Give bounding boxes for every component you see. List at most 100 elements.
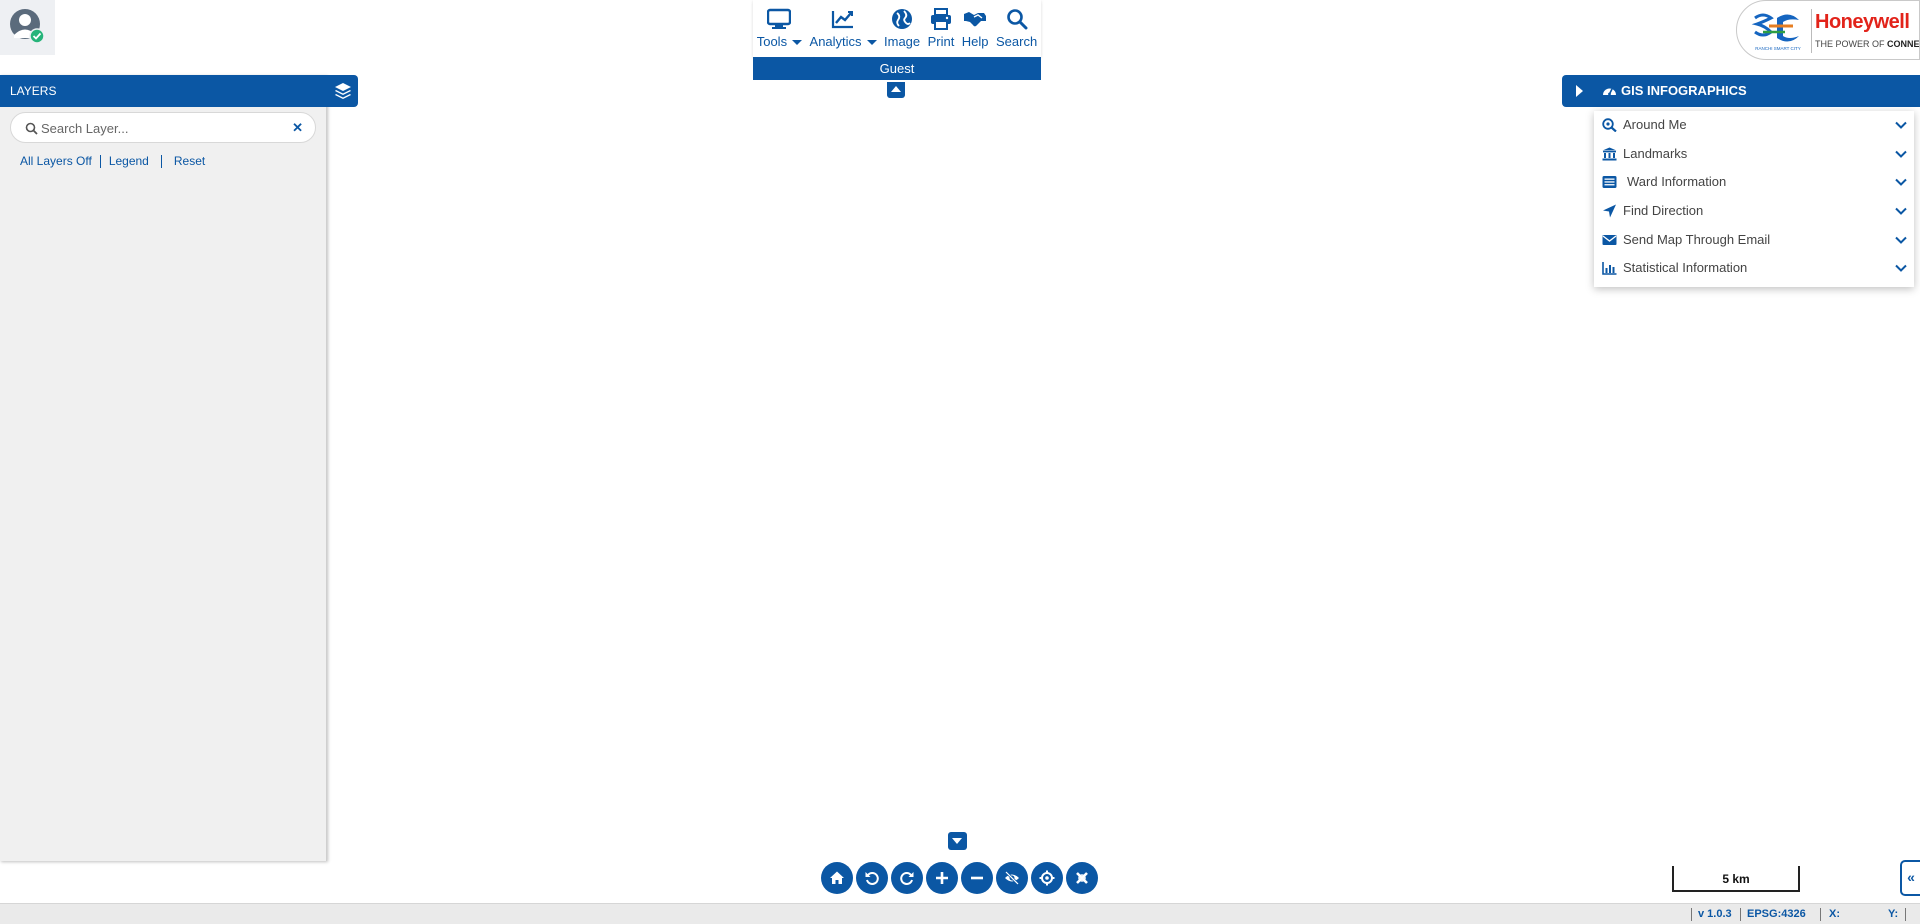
status-separator	[1740, 908, 1741, 921]
landmark-icon	[1602, 147, 1617, 161]
help-button[interactable]: Help	[962, 8, 989, 49]
undo-button[interactable]	[856, 862, 888, 894]
search-button[interactable]: Search	[996, 8, 1037, 49]
image-button[interactable]: Image	[884, 8, 920, 49]
infographics-list: Around Me Landmarks Ward Information Fin…	[1594, 111, 1914, 287]
user-role-bar: Guest	[753, 57, 1041, 80]
info-item-send-map-email[interactable]: Send Map Through Email	[1594, 226, 1914, 255]
controls-collapse-button[interactable]	[948, 832, 967, 850]
info-item-find-direction[interactable]: Find Direction	[1594, 197, 1914, 226]
locate-icon	[1039, 870, 1055, 886]
user-avatar[interactable]	[0, 0, 55, 55]
status-bar: v 1.0.3 EPSG:4326 X: Y:	[0, 903, 1920, 924]
link-separator	[160, 154, 162, 168]
print-button[interactable]: Print	[927, 8, 955, 49]
bar-chart-icon	[1602, 262, 1617, 276]
layers-stack-icon[interactable]	[334, 82, 352, 100]
all-layers-off-link[interactable]: All Layers Off	[20, 154, 92, 168]
home-icon	[830, 871, 844, 884]
map-controls	[821, 862, 1098, 894]
analytics-button[interactable]: Analytics	[810, 8, 877, 49]
envelope-icon	[1602, 234, 1617, 245]
help-label: Help	[961, 34, 989, 49]
hide-button[interactable]	[996, 862, 1028, 894]
chevron-down-icon	[1895, 150, 1907, 158]
status-separator	[1820, 908, 1821, 921]
desktop-icon	[767, 8, 792, 29]
scale-bar: 5 km	[1672, 866, 1800, 892]
ward-building-icon	[1602, 176, 1617, 189]
link-separator	[99, 154, 101, 168]
user-icon	[10, 9, 44, 44]
chevron-down-icon	[1895, 207, 1907, 215]
tagline-bold: CONNECTED	[1887, 39, 1920, 49]
version-text: v 1.0.3	[1698, 908, 1732, 920]
caret-down-icon	[866, 40, 877, 46]
layer-search-input[interactable]	[41, 118, 281, 138]
info-item-ward-information[interactable]: Ward Information	[1594, 168, 1914, 197]
svg-text:RANCHI SMART CITY: RANCHI SMART CITY	[1755, 46, 1801, 51]
dashboard-gauge-icon	[1603, 88, 1616, 96]
search-icon	[1006, 9, 1028, 30]
chevron-down-icon	[1895, 179, 1907, 187]
info-item-around-me[interactable]: Around Me	[1594, 111, 1914, 140]
locate-button[interactable]	[1031, 862, 1063, 894]
layer-links: All Layers Off Legend Reset	[20, 154, 205, 168]
y-coordinate-label: Y:	[1888, 908, 1899, 920]
expand-panel-icon[interactable]	[1576, 85, 1583, 97]
clear-button[interactable]	[1066, 862, 1098, 894]
handshake-icon	[964, 12, 987, 27]
tools-label: Tools	[756, 34, 788, 49]
partner-tagline: THE POWER OF CONNECTED	[1815, 39, 1920, 49]
zoom-in-button[interactable]	[926, 862, 958, 894]
undo-icon	[865, 872, 879, 885]
info-item-statistical-information[interactable]: Statistical Information	[1594, 254, 1914, 283]
legend-link[interactable]: Legend	[109, 154, 149, 168]
layers-title: LAYERS	[10, 84, 57, 98]
status-separator	[1905, 908, 1906, 921]
tagline-prefix: THE POWER OF	[1815, 39, 1885, 49]
caret-down-icon	[792, 40, 803, 46]
redo-button[interactable]	[891, 862, 923, 894]
line-chart-icon	[831, 11, 854, 29]
zoom-out-icon	[971, 876, 983, 880]
clear-search-icon[interactable]: ✕	[292, 120, 303, 136]
expand-side-tab[interactable]: «	[1900, 860, 1920, 896]
search-label: Search	[996, 34, 1038, 49]
chevron-down-icon	[1895, 121, 1907, 129]
smart-city-logo-icon: RANCHI SMART CITY	[1751, 13, 1801, 51]
info-item-label: Landmarks	[1623, 145, 1688, 161]
logo-divider	[1811, 9, 1812, 53]
image-label: Image	[884, 34, 921, 49]
reset-link[interactable]: Reset	[174, 154, 205, 168]
main-toolbar: Tools Analytics Image Print Help Search …	[753, 0, 1041, 82]
info-item-label: Around Me	[1623, 117, 1687, 132]
projection-text: EPSG:4326	[1747, 908, 1806, 920]
hide-icon	[1005, 871, 1019, 885]
info-item-label: Statistical Information	[1623, 260, 1748, 276]
search-location-icon	[1602, 118, 1617, 132]
clear-icon	[1076, 872, 1088, 884]
infographics-header: GIS INFOGRAPHICS	[1562, 75, 1920, 107]
printer-icon	[930, 8, 951, 30]
chevron-down-icon	[1895, 265, 1907, 273]
info-item-landmarks[interactable]: Landmarks	[1594, 140, 1914, 169]
info-item-label: Send Map Through Email	[1623, 231, 1771, 247]
globe-icon	[892, 9, 913, 29]
layers-header: LAYERS	[0, 75, 358, 107]
tools-button[interactable]: Tools	[756, 8, 803, 49]
home-button[interactable]	[821, 862, 853, 894]
x-coordinate-label: X:	[1829, 908, 1840, 920]
brand-logo: RANCHI SMART CITY Honeywell THE POWER OF…	[1736, 0, 1920, 60]
status-separator	[1691, 908, 1692, 921]
partner-name: Honeywell	[1815, 11, 1910, 33]
redo-icon	[900, 872, 914, 885]
search-icon	[25, 122, 38, 135]
chevron-down-icon	[1895, 236, 1907, 244]
print-label: Print	[927, 34, 955, 49]
info-item-label: Ward Information	[1627, 174, 1727, 190]
toolbar-collapse-button[interactable]	[887, 82, 905, 98]
layers-panel: LAYERS ✕ All Layers Off Legend Reset	[0, 75, 358, 861]
zoom-out-button[interactable]	[961, 862, 993, 894]
location-arrow-icon	[1603, 204, 1616, 218]
